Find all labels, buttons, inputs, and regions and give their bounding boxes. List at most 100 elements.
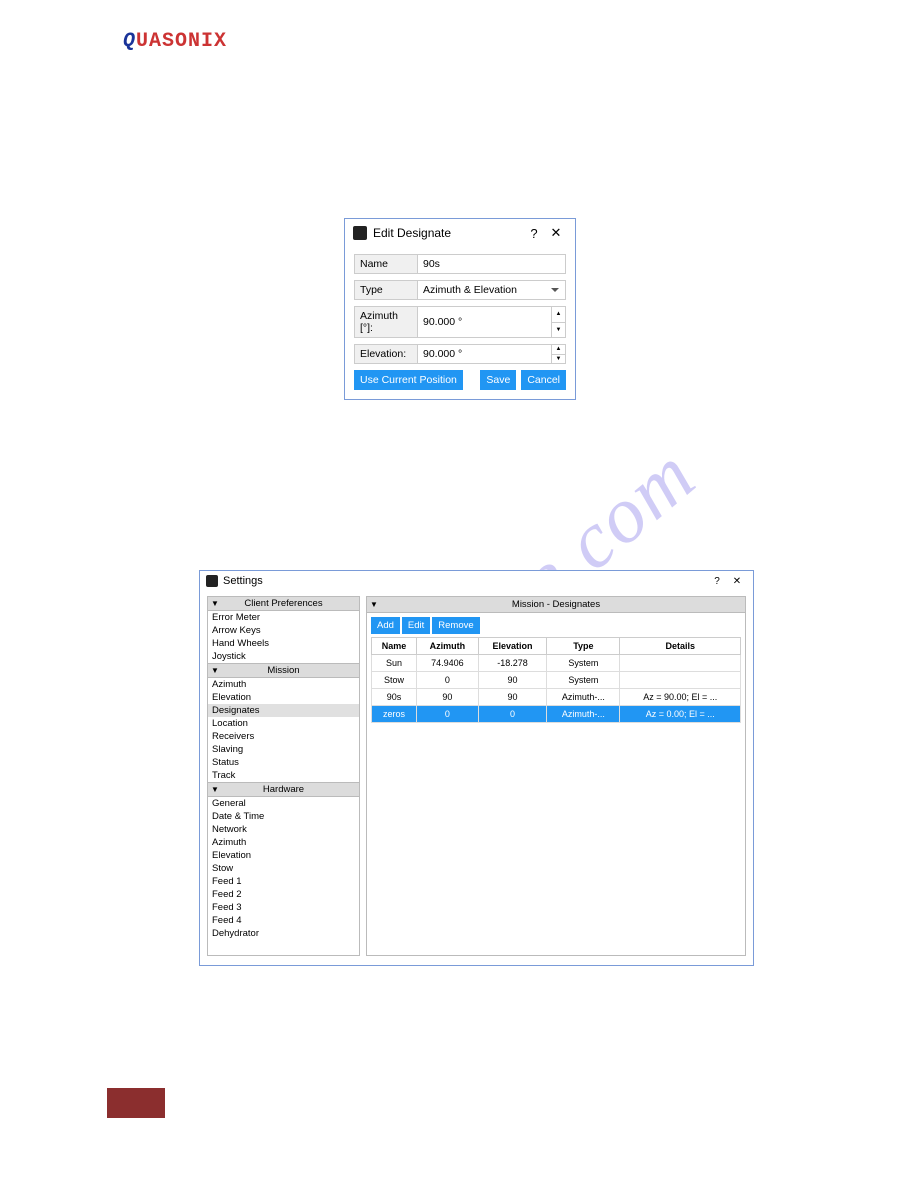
caret-icon: ▼	[211, 599, 219, 608]
elevation-value: 90.000 °	[423, 348, 462, 360]
azimuth-input[interactable]: 90.000 ° ▲▼	[418, 306, 566, 338]
sidebar-item[interactable]: Stow	[208, 862, 359, 875]
settings-sidebar: ▼Client PreferencesError MeterArrow Keys…	[207, 596, 360, 956]
close-button[interactable]: ✕	[545, 225, 567, 241]
type-label: Type	[354, 280, 418, 300]
sidebar-item[interactable]: Location	[208, 717, 359, 730]
table-row[interactable]: Stow090System	[372, 672, 741, 689]
cell-type: System	[547, 672, 620, 689]
sidebar-item[interactable]: Azimuth	[208, 836, 359, 849]
dialog-actions: Use Current Position Save Cancel	[354, 370, 566, 390]
panel-title: Mission - Designates	[512, 599, 600, 610]
sidebar-item[interactable]: Track	[208, 769, 359, 782]
caret-icon[interactable]: ▼	[370, 600, 378, 609]
spin-down-icon[interactable]: ▼	[552, 355, 565, 364]
sidebar-item[interactable]: Status	[208, 756, 359, 769]
cell-elevation: 0	[478, 706, 547, 723]
help-button[interactable]: ?	[523, 226, 545, 241]
remove-button[interactable]: Remove	[432, 617, 479, 634]
sidebar-item[interactable]: Designates	[208, 704, 359, 717]
cell-azimuth: 90	[416, 689, 478, 706]
cell-name: zeros	[372, 706, 417, 723]
sidebar-item[interactable]: General	[208, 797, 359, 810]
dialog-body: Name 90s Type Azimuth & Elevation Azimut…	[345, 247, 575, 399]
sidebar-item[interactable]: Hand Wheels	[208, 637, 359, 650]
cell-name: 90s	[372, 689, 417, 706]
settings-main: ▼ Mission - Designates Add Edit Remove N…	[366, 596, 746, 956]
cancel-button[interactable]: Cancel	[521, 370, 566, 390]
logo-q: Q	[123, 30, 136, 53]
cell-name: Sun	[372, 655, 417, 672]
column-header[interactable]: Details	[620, 638, 741, 655]
sidebar-item[interactable]: Feed 3	[208, 901, 359, 914]
elevation-input[interactable]: 90.000 ° ▲▼	[418, 344, 566, 364]
sidebar-item[interactable]: Dehydrator	[208, 927, 359, 940]
table-row[interactable]: 90s9090Azimuth-...Az = 90.00; El = ...	[372, 689, 741, 706]
sidebar-item[interactable]: Slaving	[208, 743, 359, 756]
column-header[interactable]: Elevation	[478, 638, 547, 655]
app-icon	[353, 226, 367, 240]
cell-azimuth: 74.9406	[416, 655, 478, 672]
settings-window: Settings ? ✕ ▼Client PreferencesError Me…	[199, 570, 754, 966]
panel-body: Add Edit Remove NameAzimuthElevationType…	[366, 613, 746, 956]
azimuth-row: Azimuth [°]: 90.000 ° ▲▼	[354, 306, 566, 338]
cell-name: Stow	[372, 672, 417, 689]
sidebar-item[interactable]: Date & Time	[208, 810, 359, 823]
close-button[interactable]: ✕	[727, 576, 747, 587]
cell-azimuth: 0	[416, 706, 478, 723]
sidebar-item[interactable]: Receivers	[208, 730, 359, 743]
spin-down-icon[interactable]: ▼	[552, 323, 565, 338]
azimuth-label: Azimuth [°]:	[354, 306, 418, 338]
cell-type: Azimuth-...	[547, 706, 620, 723]
type-row: Type Azimuth & Elevation	[354, 280, 566, 300]
column-header[interactable]: Type	[547, 638, 620, 655]
azimuth-spinner[interactable]: ▲▼	[551, 307, 565, 337]
cell-details: Az = 90.00; El = ...	[620, 689, 741, 706]
table-row[interactable]: zeros00Azimuth-...Az = 0.00; El = ...	[372, 706, 741, 723]
sidebar-item[interactable]: Error Meter	[208, 611, 359, 624]
sidebar-item[interactable]: Feed 2	[208, 888, 359, 901]
settings-titlebar: Settings ? ✕	[200, 571, 753, 591]
dialog-title: Edit Designate	[373, 226, 523, 240]
sidebar-item[interactable]: Feed 1	[208, 875, 359, 888]
sidebar-item[interactable]: Elevation	[208, 691, 359, 704]
azimuth-value: 90.000 °	[423, 316, 462, 328]
sidebar-item[interactable]: Elevation	[208, 849, 359, 862]
cell-type: System	[547, 655, 620, 672]
designates-table: NameAzimuthElevationTypeDetails Sun74.94…	[371, 637, 741, 723]
table-row[interactable]: Sun74.9406-18.278System	[372, 655, 741, 672]
cell-details: Az = 0.00; El = ...	[620, 706, 741, 723]
elevation-spinner[interactable]: ▲▼	[551, 345, 565, 363]
sidebar-section-head[interactable]: ▼Hardware	[208, 782, 359, 797]
sidebar-item[interactable]: Joystick	[208, 650, 359, 663]
elevation-label: Elevation:	[354, 344, 418, 364]
sidebar-item[interactable]: Azimuth	[208, 678, 359, 691]
dialog-titlebar: Edit Designate ? ✕	[345, 219, 575, 247]
sidebar-section-head[interactable]: ▼Client Preferences	[208, 597, 359, 611]
name-input[interactable]: 90s	[418, 254, 566, 274]
settings-title: Settings	[223, 575, 707, 587]
column-header[interactable]: Azimuth	[416, 638, 478, 655]
edit-button[interactable]: Edit	[402, 617, 430, 634]
spacer	[468, 370, 476, 390]
add-button[interactable]: Add	[371, 617, 400, 634]
sidebar-item[interactable]: Feed 4	[208, 914, 359, 927]
settings-content: ▼Client PreferencesError MeterArrow Keys…	[200, 591, 753, 963]
sidebar-item[interactable]: Network	[208, 823, 359, 836]
sidebar-item[interactable]: Arrow Keys	[208, 624, 359, 637]
type-select[interactable]: Azimuth & Elevation	[418, 280, 566, 300]
cell-details	[620, 655, 741, 672]
page-number-badge	[107, 1088, 165, 1118]
save-button[interactable]: Save	[480, 370, 516, 390]
column-header[interactable]: Name	[372, 638, 417, 655]
cell-azimuth: 0	[416, 672, 478, 689]
caret-icon: ▼	[211, 785, 219, 794]
logo-rest: UASONIX	[136, 30, 227, 53]
use-current-position-button[interactable]: Use Current Position	[354, 370, 463, 390]
spin-up-icon[interactable]: ▲	[552, 307, 565, 323]
cell-details	[620, 672, 741, 689]
help-button[interactable]: ?	[707, 576, 727, 587]
sidebar-section-head[interactable]: ▼Mission	[208, 663, 359, 678]
spin-up-icon[interactable]: ▲	[552, 345, 565, 355]
cell-elevation: -18.278	[478, 655, 547, 672]
